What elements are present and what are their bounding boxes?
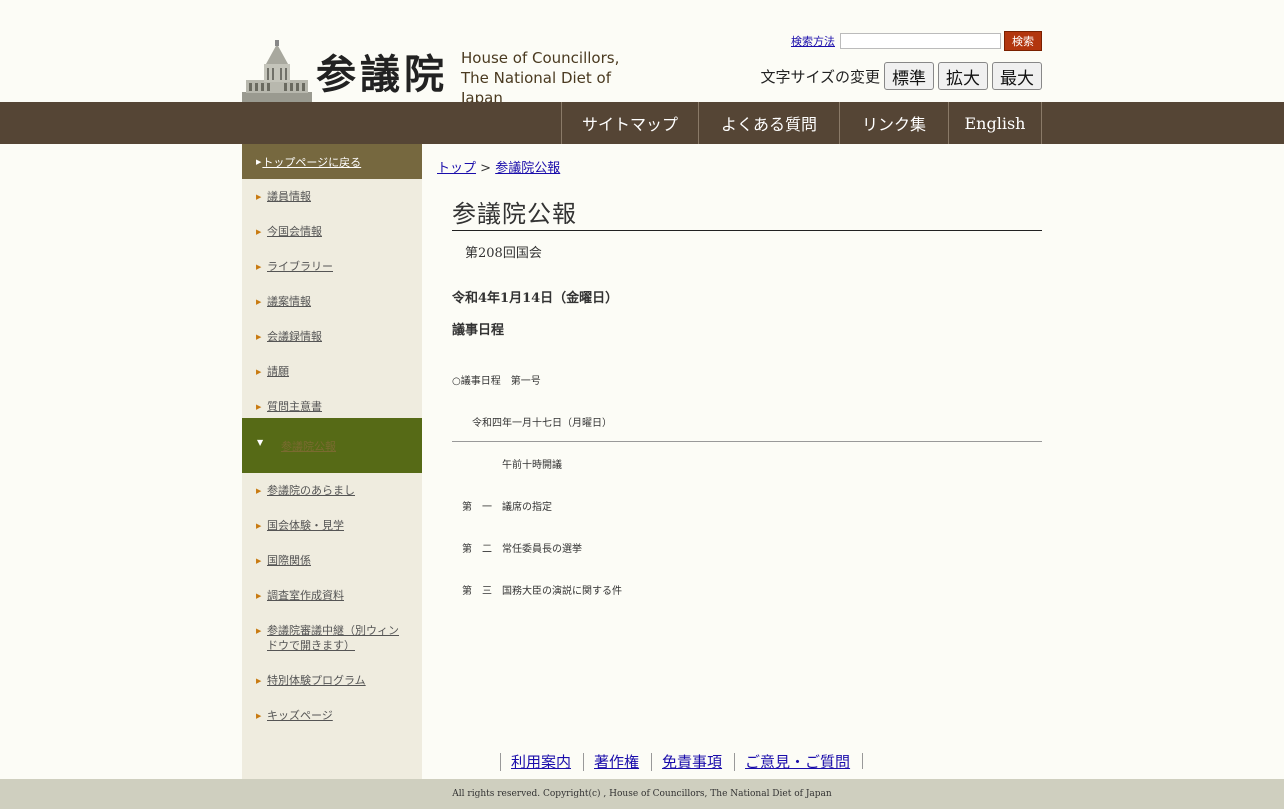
sidebar-item-international[interactable]: ▶ 国際関係 — [256, 553, 311, 568]
footer-link-disclaimer[interactable]: 免責事項 — [651, 753, 734, 771]
session-label: 第208回国会 — [465, 246, 542, 261]
agenda-line: ○議事日程 第一号 — [452, 376, 541, 387]
triangle-right-icon: ▶ — [256, 627, 262, 635]
sidebar-item-members[interactable]: ▶ 議員情報 — [256, 189, 311, 204]
agenda-line: 第 二 常任委員長の選挙 — [452, 544, 582, 555]
font-size-large-button[interactable]: 拡大 — [938, 62, 988, 90]
copyright-bar: All rights reserved. Copyright(c) , Hous… — [0, 779, 1284, 809]
agenda-line: 令和四年一月十七日（月曜日） — [452, 418, 612, 429]
font-size-label: 文字サイズの変更 — [760, 67, 880, 86]
nav-links[interactable]: リンク集 — [839, 102, 948, 144]
triangle-right-icon: ▶ — [256, 487, 262, 495]
search-bar: 検索方法 検索 — [791, 31, 1042, 51]
triangle-right-icon: ▶ — [256, 557, 262, 565]
footer-divider — [862, 753, 864, 769]
breadcrumb-separator: > — [480, 161, 492, 176]
sidebar-top-link[interactable]: ▶ トップページに戻る — [242, 144, 422, 179]
logo-kanji: 参議院 — [316, 51, 448, 98]
triangle-right-icon: ▶ — [256, 368, 262, 376]
triangle-right-icon: ▶ — [256, 263, 262, 271]
content-divider — [452, 441, 1042, 442]
sidebar-item-questions[interactable]: ▶ 質問主意書 — [256, 399, 322, 414]
triangle-right-icon: ▶ — [256, 592, 262, 600]
schedule-heading: 議事日程 — [452, 323, 505, 338]
global-nav: サイトマップ よくある質問 リンク集 English — [0, 102, 1284, 144]
agenda-line: 第 三 国務大臣の演説に関する件 — [452, 586, 622, 597]
sidebar-item-minutes[interactable]: ▶ 会議録情報 — [256, 329, 322, 344]
triangle-right-icon: ▶ — [256, 712, 262, 720]
sidebar-item-current-session[interactable]: ▶ 今国会情報 — [256, 224, 322, 239]
font-size-largest-button[interactable]: 最大 — [992, 62, 1042, 90]
sidebar-item-special-program[interactable]: ▶ 特別体験プログラム — [256, 673, 366, 688]
footer-link-usage[interactable]: 利用案内 — [500, 753, 583, 771]
footer-links: 利用案内 著作権 免責事項 ご意見・ご質問 — [500, 753, 864, 771]
search-help-link[interactable]: 検索方法 — [791, 33, 835, 49]
sidebar-item-research[interactable]: ▶ 調査室作成資料 — [256, 588, 344, 603]
nav-sitemap[interactable]: サイトマップ — [561, 102, 698, 144]
breadcrumb-current[interactable]: 参議院公報 — [495, 161, 560, 176]
sidebar-item-library[interactable]: ▶ ライブラリー — [256, 259, 333, 274]
logo-english-line1: House of Councillors, — [461, 49, 620, 67]
nav-english[interactable]: English — [948, 102, 1042, 144]
header: 参議院 House of Councillors, The National D… — [242, 0, 1042, 107]
triangle-right-icon: ▶ — [256, 157, 262, 166]
logo-english: House of Councillors, The National Diet … — [461, 48, 642, 108]
sidebar-item-overview[interactable]: ▶ 参議院のあらまし — [256, 483, 355, 498]
font-size-controls: 文字サイズの変更 標準 拡大 最大 — [760, 62, 1042, 90]
agenda-line: 午前十時開議 — [452, 460, 562, 471]
triangle-right-icon: ▶ — [256, 228, 262, 236]
triangle-right-icon: ▶ — [256, 522, 262, 530]
triangle-right-icon: ▶ — [256, 403, 262, 411]
sidebar-item-tour[interactable]: ▶ 国会体験・見学 — [256, 518, 344, 533]
footer-link-feedback[interactable]: ご意見・ご質問 — [734, 753, 862, 771]
diet-building-icon — [242, 40, 312, 102]
search-input[interactable] — [840, 33, 1001, 49]
search-button[interactable]: 検索 — [1004, 31, 1042, 51]
page-title: 参議院公報 — [452, 194, 1042, 231]
site-logo[interactable]: 参議院 House of Councillors, The National D… — [242, 40, 642, 107]
agenda-line: 第 一 議席の指定 — [452, 502, 552, 513]
sidebar-item-petitions[interactable]: ▶ 請願 — [256, 364, 289, 379]
font-size-standard-button[interactable]: 標準 — [884, 62, 934, 90]
sidebar-item-bills[interactable]: ▶ 議案情報 — [256, 294, 311, 309]
triangle-right-icon: ▶ — [256, 333, 262, 341]
sidebar-item-bulletin-active[interactable]: ▼ 参議院公報 — [242, 418, 422, 473]
agenda-text: ○議事日程 第一号 令和四年一月十七日（月曜日） 午前十時開議 第 一 議席の指… — [452, 347, 622, 627]
bulletin-date: 令和4年1月14日（金曜日） — [452, 291, 619, 306]
back-to-top-link[interactable]: トップページに戻る — [262, 154, 361, 170]
footer-link-copyright[interactable]: 著作権 — [583, 753, 651, 771]
nav-faq[interactable]: よくある質問 — [698, 102, 839, 144]
breadcrumb-home[interactable]: トップ — [437, 161, 476, 176]
triangle-right-icon: ▶ — [256, 193, 262, 201]
sidebar: ▶ トップページに戻る ▶ 議員情報 ▶ 今国会情報 ▶ ライブラリー ▶ 議案情報 ▶… — [242, 144, 422, 779]
sidebar-item-kids[interactable]: ▶ キッズページ — [256, 708, 333, 723]
triangle-right-icon: ▶ — [256, 677, 262, 685]
triangle-down-icon: ▼ — [257, 438, 264, 447]
sidebar-item-live-broadcast[interactable]: ▶ 参議院審議中継（別ウィンドウで開きます） — [256, 623, 406, 653]
breadcrumb: トップ > 参議院公報 — [437, 157, 560, 176]
triangle-right-icon: ▶ — [256, 298, 262, 306]
